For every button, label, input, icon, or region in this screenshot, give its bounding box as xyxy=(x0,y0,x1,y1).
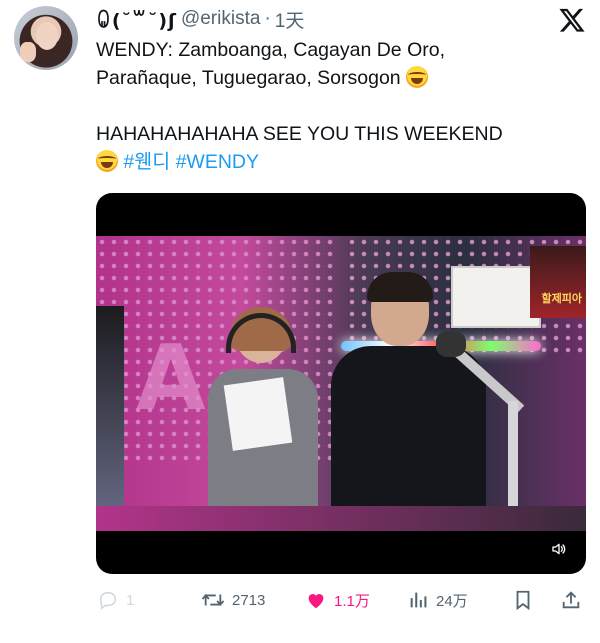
views-button[interactable]: 24万 xyxy=(408,584,468,616)
text-line-3: HAHAHAHAHAHA SEE YOU THIS WEEKEND xyxy=(96,123,503,145)
video-frame[interactable]: A 할제피아 xyxy=(96,236,586,531)
retweet-icon xyxy=(201,594,225,606)
bookmark-icon xyxy=(516,590,530,611)
volume-button[interactable] xyxy=(546,536,572,562)
wall-letter: A xyxy=(136,326,206,431)
tweet-header: ꐑ(˘꒳˘)ʃ @erikista · 1天 xyxy=(96,4,304,34)
text-line-2-content: Parañaque, Tuguegarao, Sorsogon xyxy=(96,67,401,89)
heart-icon xyxy=(308,594,324,609)
hashtag-wendy[interactable]: #WENDY xyxy=(176,151,259,173)
user-handle[interactable]: @erikista xyxy=(181,8,260,30)
bookmark-button[interactable] xyxy=(512,584,534,616)
studio-side-panel xyxy=(96,306,124,531)
studio-desk xyxy=(96,506,586,531)
script-paper xyxy=(223,377,293,451)
text-line-4: #웬디 #WENDY xyxy=(96,148,576,176)
like-count: 1.1万 xyxy=(334,592,370,610)
man-hair xyxy=(367,272,433,302)
poster-text: 할제피아 xyxy=(541,292,582,305)
poster-image xyxy=(530,246,586,318)
retweet-button[interactable]: 2713 xyxy=(200,584,265,616)
reply-icon xyxy=(99,591,117,610)
hashtag-wendy-korean[interactable]: #웬디 xyxy=(123,151,170,173)
action-bar: 1 2713 1.1万 24万 xyxy=(96,584,586,616)
laughing-tears-emoji-icon xyxy=(96,150,118,172)
retweet-count: 2713 xyxy=(232,591,266,609)
avatar[interactable] xyxy=(14,6,78,70)
text-gap xyxy=(96,92,576,120)
text-line-1: WENDY: Zamboanga, Cagayan De Oro, xyxy=(96,39,445,61)
views-chart-icon xyxy=(410,592,427,608)
avatar-hand xyxy=(20,42,36,62)
speaker-icon xyxy=(552,543,566,555)
avatar-face xyxy=(36,22,58,50)
person-man xyxy=(331,272,486,531)
text-line-2: Parañaque, Tuguegarao, Sorsogon xyxy=(96,64,576,92)
share-button[interactable] xyxy=(560,584,582,616)
reply-button[interactable]: 1 xyxy=(96,584,134,616)
views-count: 24万 xyxy=(436,592,468,610)
separator-dot: · xyxy=(264,8,271,29)
tweet-text: WENDY: Zamboanga, Cagayan De Oro, Paraña… xyxy=(96,36,576,176)
video-player[interactable]: A 할제피아 xyxy=(96,193,586,574)
reply-count: 1 xyxy=(126,591,135,609)
x-logo-icon[interactable] xyxy=(558,6,586,34)
like-button[interactable]: 1.1万 xyxy=(304,584,370,616)
share-icon xyxy=(562,591,580,609)
laughing-tears-emoji-icon xyxy=(406,66,429,88)
timestamp[interactable]: 1天 xyxy=(275,6,305,33)
man-body xyxy=(331,346,486,531)
display-name[interactable]: ꐑ(˘꒳˘)ʃ xyxy=(96,7,177,32)
microphone-icon xyxy=(436,331,466,357)
